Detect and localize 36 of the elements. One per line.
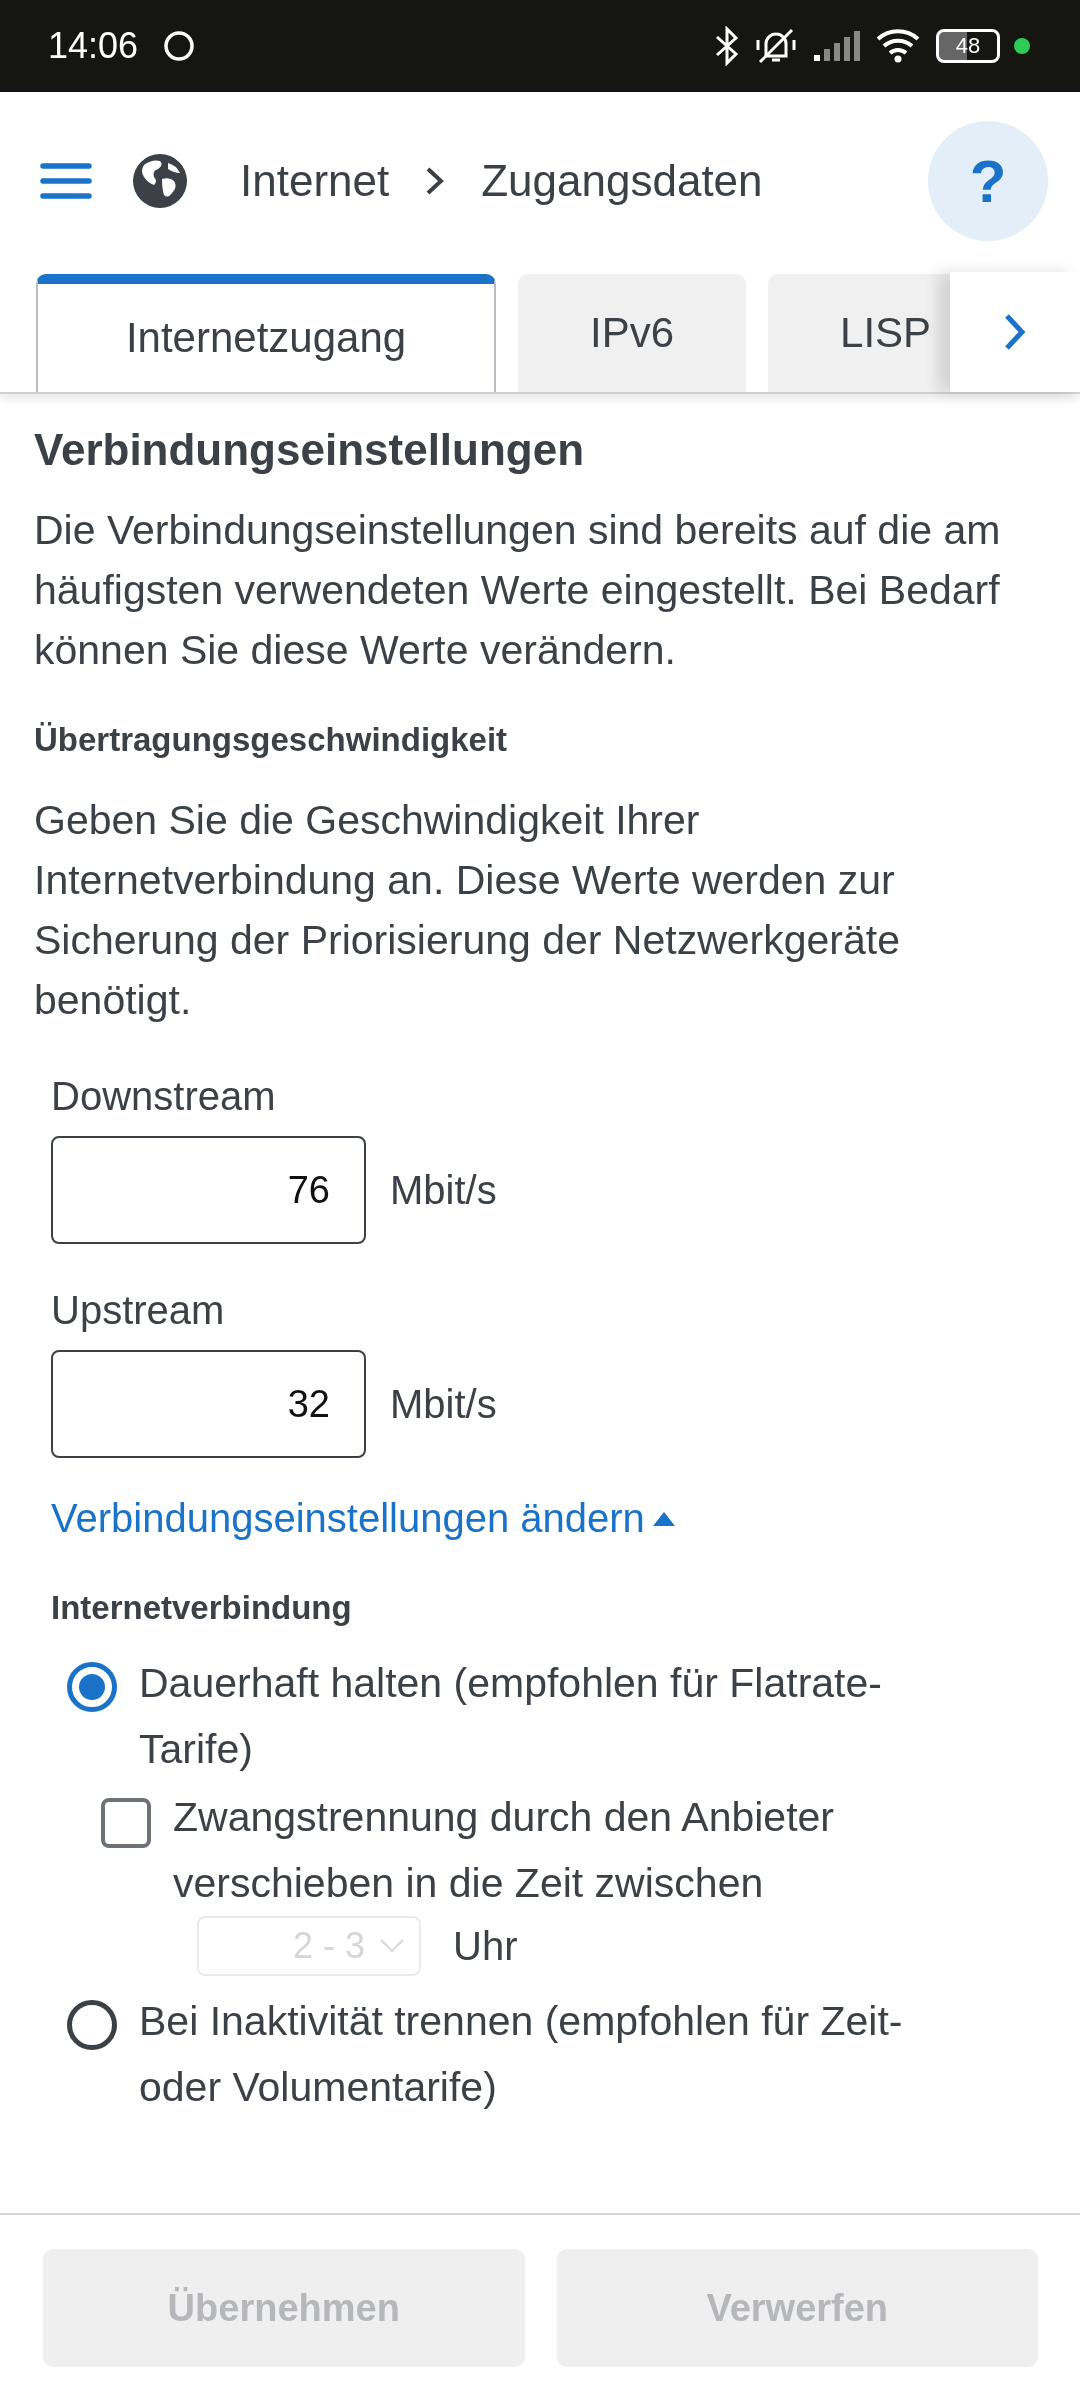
bluetooth-icon (714, 26, 740, 66)
field-label: Upstream (51, 1287, 226, 1334)
unit-label: Uhr (453, 1923, 518, 1969)
muted-bell-icon (754, 26, 798, 66)
section-title: Verbindungseinstellungen (34, 424, 586, 476)
clock: 14:06 (48, 25, 139, 67)
checkbox[interactable] (101, 1798, 151, 1848)
menu-icon[interactable] (40, 161, 92, 201)
radio-button[interactable] (67, 2000, 117, 2050)
option-label: Dauerhaft halten (empfohlen für Flatrate-Tarife) (139, 1659, 883, 1774)
expand-link[interactable]: Verbindungseinstellungen ändern (51, 1488, 677, 1548)
checkbox-label: Zwangstrennung durch den Anbieter verschieben in die Zeit zwischen (173, 1793, 835, 1908)
option-label: Bei Inaktivität trennen (empfohlen für Zeit-oder Volumentarife) (139, 1997, 904, 2112)
battery-icon: 48 (936, 29, 1000, 63)
unit-label: Mbit/s (390, 1167, 497, 1213)
unit-label: Mbit/s (390, 1381, 497, 1427)
input-field[interactable]: 32 (51, 1350, 366, 1458)
description-text: Geben Sie die Geschwindigkeit Ihrer Internetverbindung an. Diese Werte werden zur Sicherung der Priorisierung der Netzwerkgeräte benötigt. (34, 796, 901, 1025)
signal-icon (812, 29, 860, 63)
globe-icon (130, 151, 190, 211)
intro-text: Die Verbindungseinstellungen sind bereits auf die am häufigsten verwendeten Werte eingestellt. Bei Bedarf können Sie diese Werte verändern. (34, 506, 1002, 675)
breadcrumb-link[interactable]: Internet (240, 156, 390, 206)
input-field[interactable]: 76 (51, 1136, 366, 1244)
tab[interactable]: Internetzugang (36, 274, 496, 392)
group-title: Internetverbindung (51, 1588, 353, 1628)
field-label: Downstream (51, 1073, 277, 1120)
help-button[interactable]: ? (928, 121, 1048, 241)
status-dot (1014, 38, 1030, 54)
tab[interactable]: LISP (768, 274, 950, 392)
chevron-down-icon (379, 1938, 405, 1954)
wifi-icon (874, 27, 922, 65)
circle-icon (162, 29, 197, 63)
tab[interactable]: IPv6 (518, 274, 747, 392)
radio-button[interactable] (67, 1662, 117, 1712)
page-title: Zugangsdaten (481, 156, 763, 206)
subsection-title: Übertragungsgeschwindigkeit (34, 720, 509, 760)
